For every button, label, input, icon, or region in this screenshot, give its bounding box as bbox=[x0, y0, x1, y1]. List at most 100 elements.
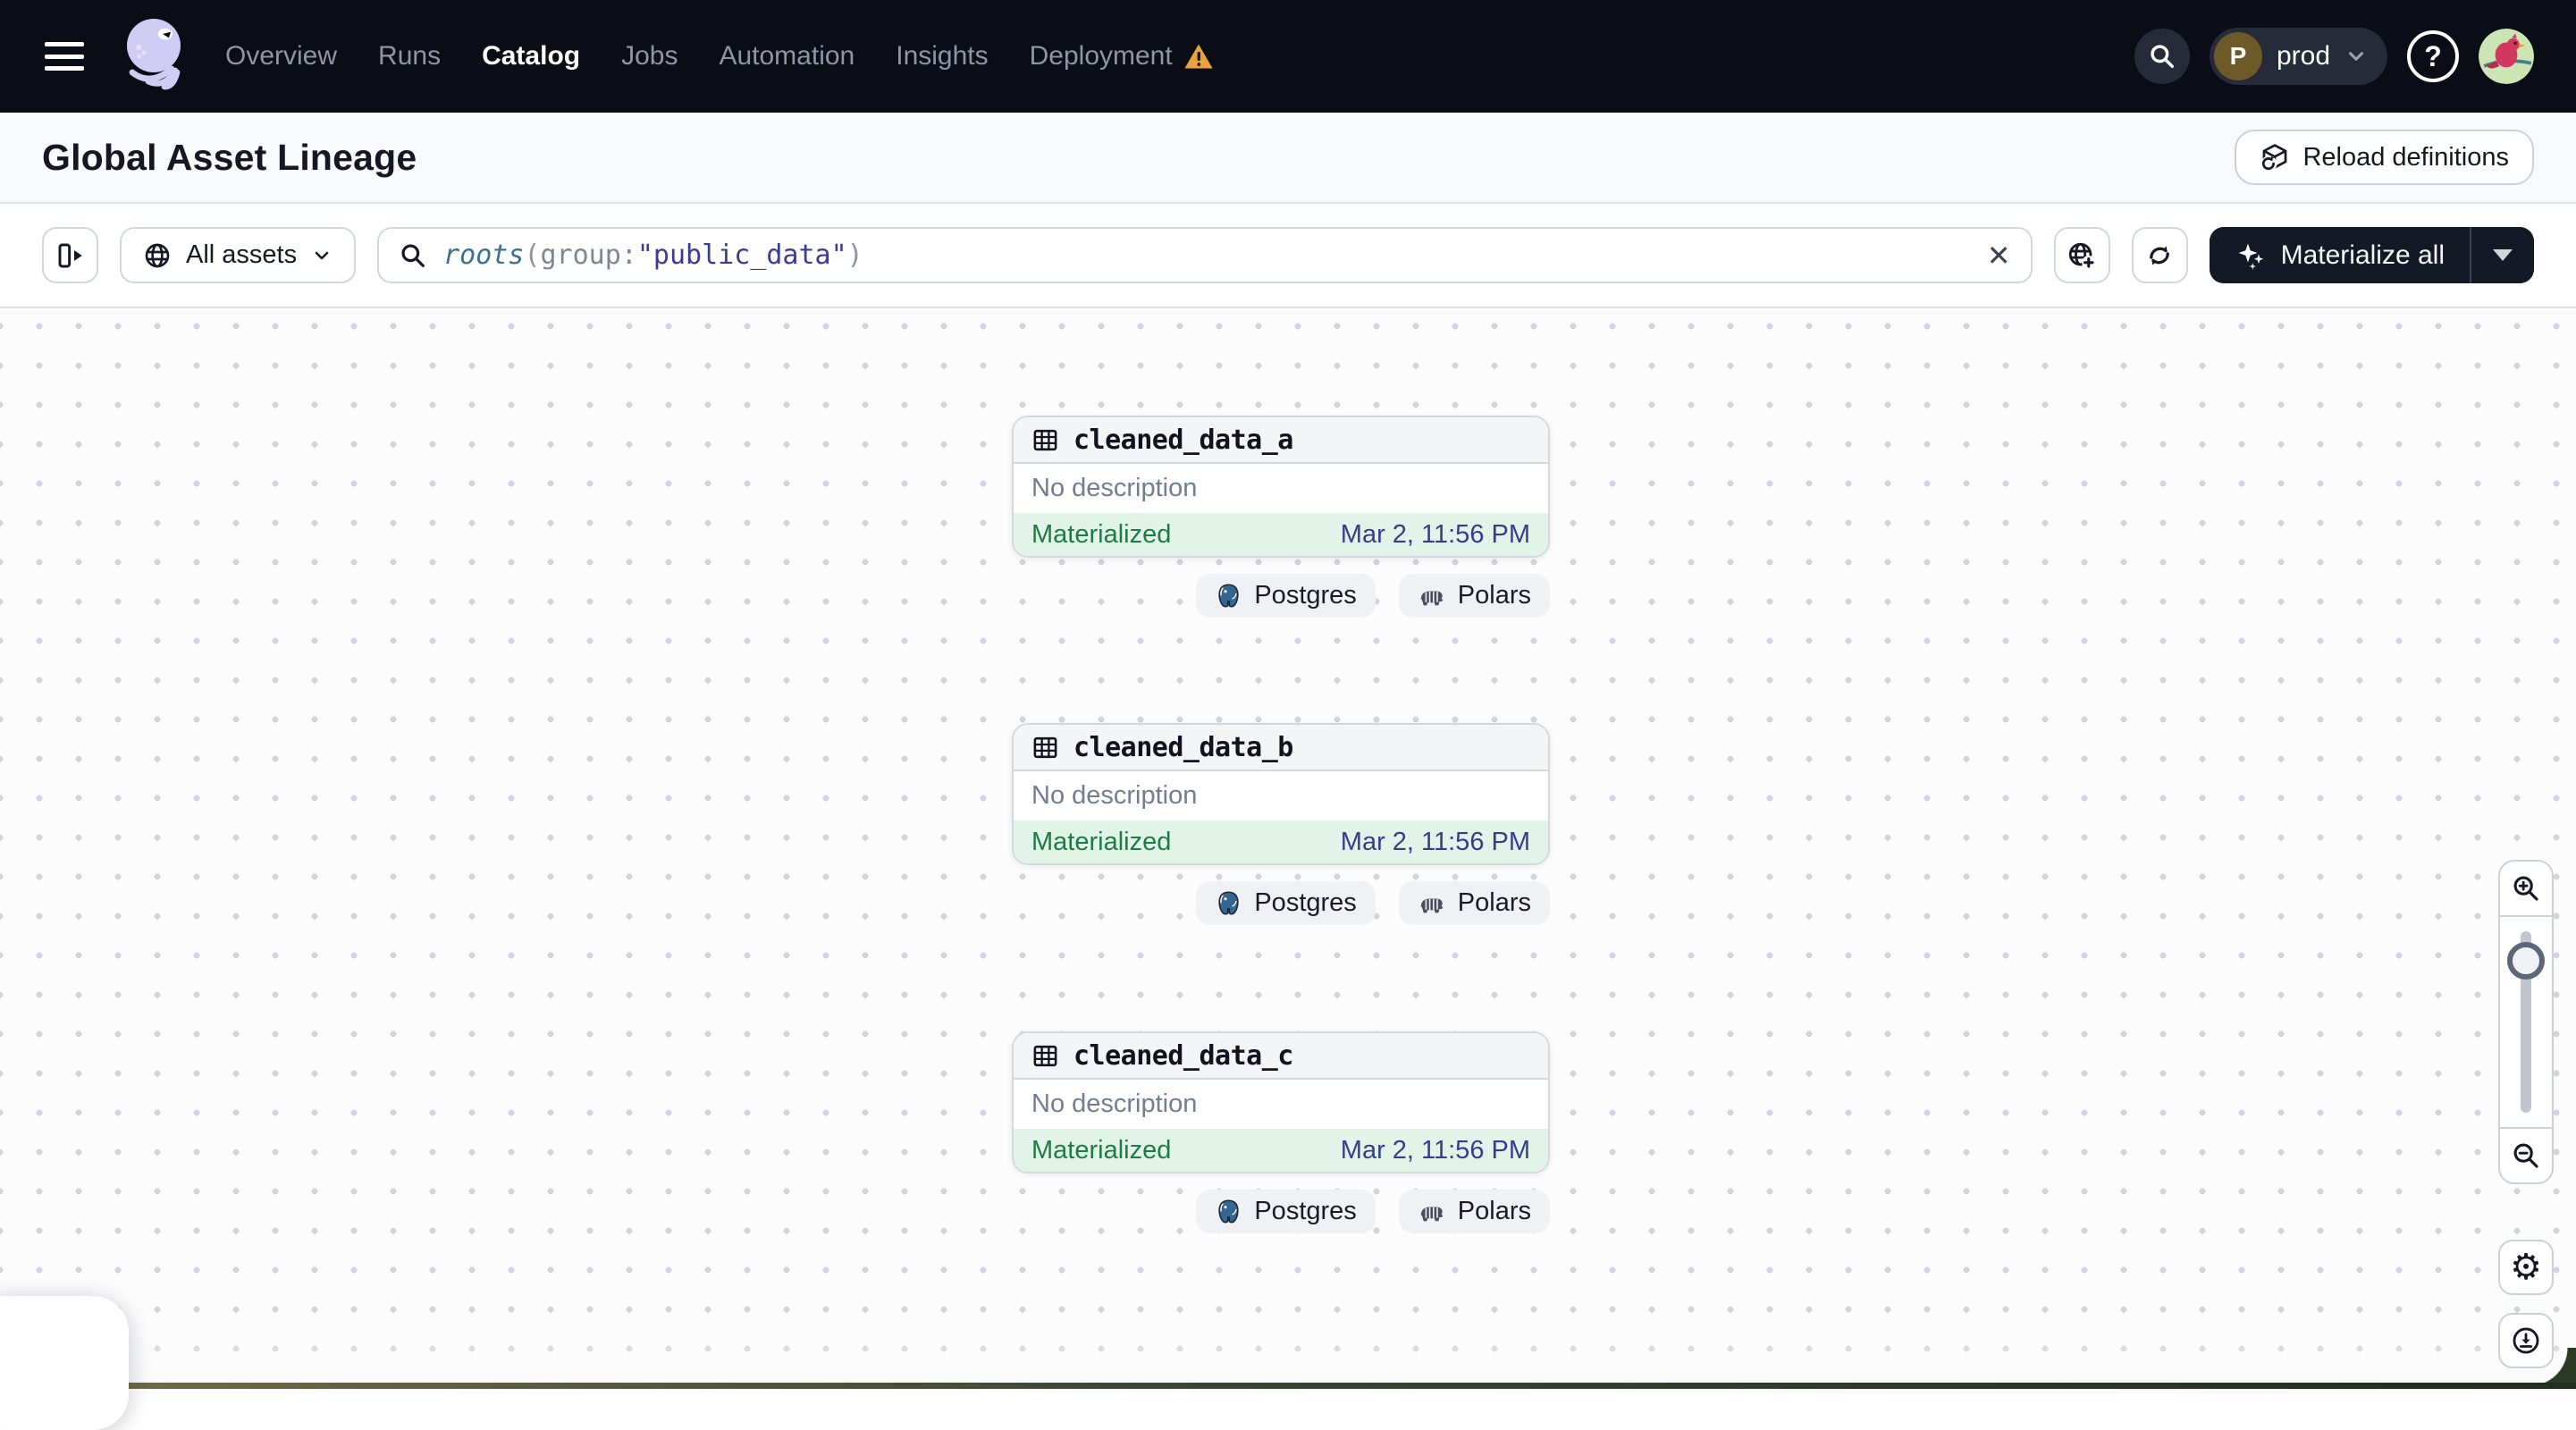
tag-polars[interactable]: Polars bbox=[1399, 881, 1550, 925]
nav-item-automation[interactable]: Automation bbox=[719, 41, 854, 72]
polars-icon bbox=[1418, 583, 1446, 610]
asset-tags: Postgres Polars bbox=[1012, 574, 1550, 618]
globe-add-button[interactable] bbox=[2054, 227, 2110, 283]
asset-node-status-row: Materialized Mar 2, 11:56 PM bbox=[1014, 1129, 1548, 1172]
zoom-out-icon bbox=[2511, 1140, 2541, 1171]
download-graph-button[interactable] bbox=[2498, 1313, 2554, 1368]
asset-node-cleaned-data-a[interactable]: cleaned_data_a No description Materializ… bbox=[1012, 416, 1550, 558]
main-navigation: Overview Runs Catalog Jobs Automation In… bbox=[225, 41, 1214, 72]
nav-item-jobs[interactable]: Jobs bbox=[621, 41, 678, 72]
expand-panel-button[interactable] bbox=[42, 227, 98, 283]
asset-node-cleaned-data-b[interactable]: cleaned_data_b No description Materializ… bbox=[1012, 723, 1550, 865]
materialization-timestamp[interactable]: Mar 2, 11:56 PM bbox=[1341, 520, 1530, 550]
zoom-in-icon bbox=[2511, 873, 2541, 904]
query-text: roots(group:"public_data") bbox=[443, 240, 863, 271]
asset-node-header: cleaned_data_c bbox=[1014, 1033, 1548, 1080]
postgres-icon bbox=[1215, 1198, 1242, 1225]
reload-cube-icon bbox=[2260, 142, 2290, 172]
environment-name: prod bbox=[2277, 41, 2330, 72]
graph-settings-button[interactable]: ⚙ bbox=[2498, 1240, 2554, 1295]
materialize-split-button: Materialize all bbox=[2210, 227, 2534, 283]
menu-button[interactable] bbox=[45, 42, 84, 71]
nav-item-overview[interactable]: Overview bbox=[225, 41, 337, 72]
download-icon bbox=[2511, 1325, 2541, 1356]
asset-name: cleaned_data_a bbox=[1073, 425, 1293, 456]
asset-description: No description bbox=[1031, 1089, 1197, 1119]
asset-node-header: cleaned_data_b bbox=[1014, 725, 1548, 771]
polars-icon bbox=[1418, 890, 1446, 917]
environment-avatar: P bbox=[2214, 32, 2262, 80]
tag-postgres[interactable]: Postgres bbox=[1196, 881, 1375, 925]
nav-item-catalog[interactable]: Catalog bbox=[482, 41, 580, 72]
zoom-slider-handle[interactable] bbox=[2507, 942, 2545, 980]
warning-icon bbox=[1183, 43, 1214, 70]
chevron-down-icon bbox=[2344, 45, 2368, 68]
asset-selection-input[interactable]: roots(group:"public_data") ✕ bbox=[377, 227, 2032, 283]
asset-tags: Postgres Polars bbox=[1012, 881, 1550, 925]
zoom-out-button[interactable] bbox=[2500, 1127, 2552, 1182]
materialization-timestamp[interactable]: Mar 2, 11:56 PM bbox=[1341, 1136, 1530, 1165]
bottom-fade bbox=[0, 1337, 2576, 1384]
table-icon bbox=[1031, 734, 1059, 761]
search-icon bbox=[399, 241, 427, 270]
asset-node-body: No description bbox=[1014, 771, 1548, 820]
octopus-logo-icon bbox=[120, 13, 188, 99]
tag-postgres[interactable]: Postgres bbox=[1196, 574, 1375, 618]
materialization-timestamp[interactable]: Mar 2, 11:56 PM bbox=[1341, 828, 1530, 857]
materialize-all-button[interactable]: Materialize all bbox=[2210, 227, 2470, 283]
asset-node-cleaned-data-c[interactable]: cleaned_data_c No description Materializ… bbox=[1012, 1031, 1550, 1173]
asset-node-block: cleaned_data_c No description Materializ… bbox=[1012, 1031, 1550, 1233]
reload-definitions-label: Reload definitions bbox=[2302, 143, 2509, 172]
dagster-logo[interactable] bbox=[120, 13, 188, 99]
minimap[interactable] bbox=[0, 1296, 129, 1430]
refresh-button[interactable] bbox=[2132, 227, 2188, 283]
user-avatar[interactable] bbox=[2479, 29, 2534, 84]
nav-item-runs[interactable]: Runs bbox=[378, 41, 441, 72]
table-icon bbox=[1031, 1042, 1059, 1070]
nav-item-insights[interactable]: Insights bbox=[896, 41, 988, 72]
help-button[interactable]: ? bbox=[2407, 30, 2459, 82]
materialize-all-label: Materialize all bbox=[2281, 240, 2445, 271]
globe-plus-icon bbox=[2067, 240, 2097, 271]
zoom-in-button[interactable] bbox=[2500, 862, 2552, 917]
tag-postgres[interactable]: Postgres bbox=[1196, 1190, 1375, 1233]
tag-polars[interactable]: Polars bbox=[1399, 574, 1550, 618]
materialize-options-button[interactable] bbox=[2470, 227, 2534, 283]
status-badge: Materialized bbox=[1031, 1136, 1171, 1165]
lineage-toolbar: All assets roots(group:"public_data") ✕ bbox=[0, 204, 2576, 308]
refresh-icon bbox=[2144, 240, 2175, 271]
gear-icon: ⚙ bbox=[2510, 1249, 2542, 1285]
global-search-button[interactable] bbox=[2134, 29, 2190, 84]
tag-label: Postgres bbox=[1254, 888, 1356, 918]
asset-node-status-row: Materialized Mar 2, 11:56 PM bbox=[1014, 513, 1548, 556]
caret-down-icon bbox=[2493, 249, 2513, 261]
reload-definitions-button[interactable]: Reload definitions bbox=[2235, 130, 2534, 185]
tag-polars[interactable]: Polars bbox=[1399, 1190, 1550, 1233]
page-title: Global Asset Lineage bbox=[42, 137, 417, 179]
open-panel-icon bbox=[56, 241, 85, 270]
asset-node-status-row: Materialized Mar 2, 11:56 PM bbox=[1014, 820, 1548, 863]
top-navbar: Overview Runs Catalog Jobs Automation In… bbox=[0, 0, 2576, 113]
tag-label: Polars bbox=[1458, 888, 1531, 918]
globe-icon bbox=[143, 241, 172, 270]
environment-switcher[interactable]: P prod bbox=[2210, 28, 2387, 85]
clear-query-button[interactable]: ✕ bbox=[1987, 239, 2011, 273]
sparkles-icon bbox=[2235, 240, 2267, 272]
cardinal-avatar-icon bbox=[2479, 29, 2534, 84]
table-icon bbox=[1031, 426, 1059, 454]
asset-lineage-canvas[interactable]: cleaned_data_a No description Materializ… bbox=[0, 310, 2576, 1389]
asset-description: No description bbox=[1031, 781, 1197, 811]
asset-scope-dropdown[interactable]: All assets bbox=[120, 227, 356, 283]
zoom-slider[interactable] bbox=[2500, 917, 2552, 1127]
asset-description: No description bbox=[1031, 474, 1197, 503]
asset-name: cleaned_data_b bbox=[1073, 732, 1293, 763]
asset-node-block: cleaned_data_a No description Materializ… bbox=[1012, 416, 1550, 618]
asset-node-header: cleaned_data_a bbox=[1014, 417, 1548, 464]
asset-node-body: No description bbox=[1014, 1080, 1548, 1129]
postgres-icon bbox=[1215, 582, 1242, 610]
asset-node-body: No description bbox=[1014, 464, 1548, 513]
status-badge: Materialized bbox=[1031, 828, 1171, 857]
asset-name: cleaned_data_c bbox=[1073, 1040, 1293, 1072]
nav-item-deployment[interactable]: Deployment bbox=[1030, 41, 1214, 72]
chevron-down-icon bbox=[311, 245, 333, 266]
